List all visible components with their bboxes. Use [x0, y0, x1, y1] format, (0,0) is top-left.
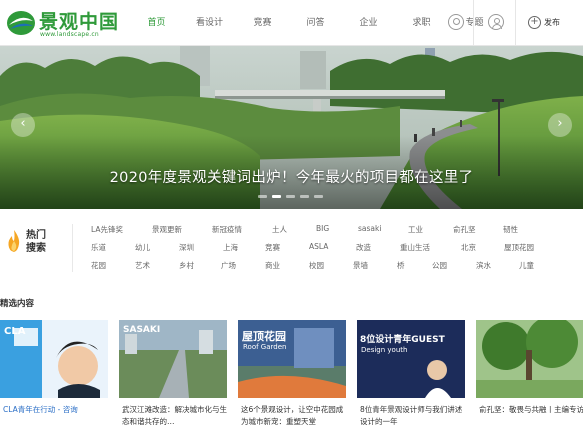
card-thumb-subtext: Roof Garden [243, 343, 287, 351]
keyword-link[interactable]: 韧性 [503, 224, 518, 235]
hero-dot[interactable] [300, 195, 309, 198]
hot-search-divider [72, 224, 73, 272]
keyword-link[interactable]: 新冠疫情 [212, 224, 242, 235]
card-thumb-text: 8位设计青年GUEST [360, 335, 445, 345]
featured-section-title: 精选内容 [0, 299, 35, 309]
header-divider [473, 0, 474, 46]
keyword-link[interactable]: 上海 [223, 242, 238, 253]
card-thumbnail [476, 320, 583, 398]
top-header: 景观中国 www.landscape.cn 首页 看设计 竞赛 问答 企业 求职… [0, 0, 583, 46]
keyword-link[interactable]: 幼儿 [135, 242, 150, 253]
chevron-left-icon: ‹ [20, 116, 26, 131]
keyword-link[interactable]: 广场 [221, 260, 236, 271]
keyword-link[interactable]: 商业 [265, 260, 280, 271]
hot-search-title-line2: 搜索 [26, 243, 46, 254]
hero-dot[interactable] [314, 195, 323, 198]
keyword-link[interactable]: 花园 [91, 260, 106, 271]
keyword-link[interactable]: 乡村 [179, 260, 194, 271]
header-divider [515, 0, 516, 46]
keyword-link[interactable]: 景观更新 [152, 224, 182, 235]
card-thumbnail: CLA [0, 320, 108, 398]
publish-label: 发布 [544, 17, 560, 27]
featured-card[interactable]: 8位设计青年GUEST Design youth 8位青年景观设计师与我们讲述设… [357, 320, 465, 427]
card-thumbnail: 8位设计青年GUEST Design youth [357, 320, 465, 398]
card-thumb-text: 屋顶花园 [242, 330, 286, 343]
nav-item-company[interactable]: 企业 [342, 0, 395, 46]
publish-button[interactable]: + 发布 [528, 14, 560, 30]
card-title[interactable]: 这6个景观设计，让空中花园成为城市新宠：重塑天堂 [241, 404, 346, 427]
hero-banner[interactable]: ‹ › 2020年度景观关键词出炉！今年最火的项目都在这里了 [0, 46, 583, 209]
card-title[interactable]: 8位青年景观设计师与我们讲述设计的一年 [360, 404, 465, 427]
nav-item-competition[interactable]: 竞赛 [236, 0, 289, 46]
keyword-link[interactable]: 深圳 [179, 242, 194, 253]
keyword-link[interactable]: 滨水 [476, 260, 491, 271]
keyword-link[interactable]: 改造 [356, 242, 371, 253]
keyword-link[interactable]: 重山生活 [400, 242, 430, 253]
hero-dot[interactable] [258, 195, 267, 198]
keyword-link[interactable]: 屋顶花园 [504, 242, 534, 253]
featured-card[interactable]: 屋顶花园 Roof Garden 这6个景观设计，让空中花园成为城市新宠：重塑天… [238, 320, 346, 427]
card-title[interactable]: CLA青年在行动 - 咨询 [3, 404, 108, 427]
site-logo[interactable]: 景观中国 www.landscape.cn [6, 6, 122, 40]
hot-search-panel: 热门 搜索 LA先锋奖 景观更新 新冠疫情 土人 BIG sasaki 工业 俞… [0, 214, 583, 284]
hero-caption[interactable]: 2020年度景观关键词出炉！今年最火的项目都在这里了 [0, 166, 583, 187]
keyword-link[interactable]: 乐道 [91, 242, 106, 253]
nav-item-jobs[interactable]: 求职 [395, 0, 448, 46]
logo-mark-icon [7, 11, 35, 35]
keyword-link[interactable]: sasaki [358, 224, 381, 233]
keyword-link[interactable]: ASLA [309, 242, 328, 251]
plus-icon: + [528, 15, 541, 29]
featured-card[interactable]: 俞孔坚：敬畏与共融丨主编专访 [476, 320, 583, 427]
hot-search-title: 热门 搜索 [26, 229, 46, 255]
keyword-link[interactable]: 公园 [432, 260, 447, 271]
logo-url: www.landscape.cn [40, 31, 99, 38]
card-image [476, 320, 583, 398]
hero-prev-button[interactable]: ‹ [11, 113, 35, 137]
hero-dot[interactable] [286, 195, 295, 198]
logo-text: 景观中国 [39, 11, 120, 33]
card-thumb-text: CLA [4, 326, 26, 337]
hero-dot-active[interactable] [272, 195, 281, 198]
user-icon[interactable] [488, 14, 504, 30]
search-icon[interactable] [448, 14, 464, 30]
card-thumb-subtext: Design youth [361, 346, 408, 354]
nav-item-home[interactable]: 首页 [130, 0, 183, 46]
keyword-link[interactable]: 景墙 [353, 260, 368, 271]
keyword-link[interactable]: LA先锋奖 [91, 224, 123, 235]
keyword-link[interactable]: 北京 [461, 242, 476, 253]
hero-next-button[interactable]: › [548, 113, 572, 137]
keyword-link[interactable]: 儿童 [519, 260, 534, 271]
keyword-link[interactable]: 校园 [309, 260, 324, 271]
card-thumb-text: SASAKI [123, 325, 161, 335]
hot-search-title-line1: 热门 [26, 230, 46, 241]
keyword-link[interactable]: BIG [316, 224, 329, 233]
card-title[interactable]: 俞孔坚：敬畏与共融丨主编专访 [479, 404, 583, 427]
card-title[interactable]: 武汉江滩改造：解决城市化与生态和谐共存的… [122, 404, 227, 427]
keyword-link[interactable]: 俞孔坚 [453, 224, 476, 235]
keyword-link[interactable]: 竞赛 [265, 242, 280, 253]
keyword-link[interactable]: 土人 [272, 224, 287, 235]
flame-icon [8, 230, 20, 252]
keyword-link[interactable]: 工业 [408, 224, 423, 235]
keyword-link[interactable]: 桥 [397, 260, 405, 271]
featured-card[interactable]: CLA CLA青年在行动 - 咨询 [0, 320, 108, 427]
main-nav: 首页 看设计 竞赛 问答 企业 求职 专题 [130, 0, 501, 46]
hero-pagination [258, 195, 323, 198]
card-thumbnail: SASAKI [119, 320, 227, 398]
chevron-right-icon: › [557, 116, 563, 131]
nav-item-design[interactable]: 看设计 [183, 0, 236, 46]
nav-item-qa[interactable]: 问答 [289, 0, 342, 46]
keyword-link[interactable]: 艺术 [135, 260, 150, 271]
featured-card[interactable]: SASAKI 武汉江滩改造：解决城市化与生态和谐共存的… [119, 320, 227, 427]
card-thumbnail: 屋顶花园 Roof Garden [238, 320, 346, 398]
